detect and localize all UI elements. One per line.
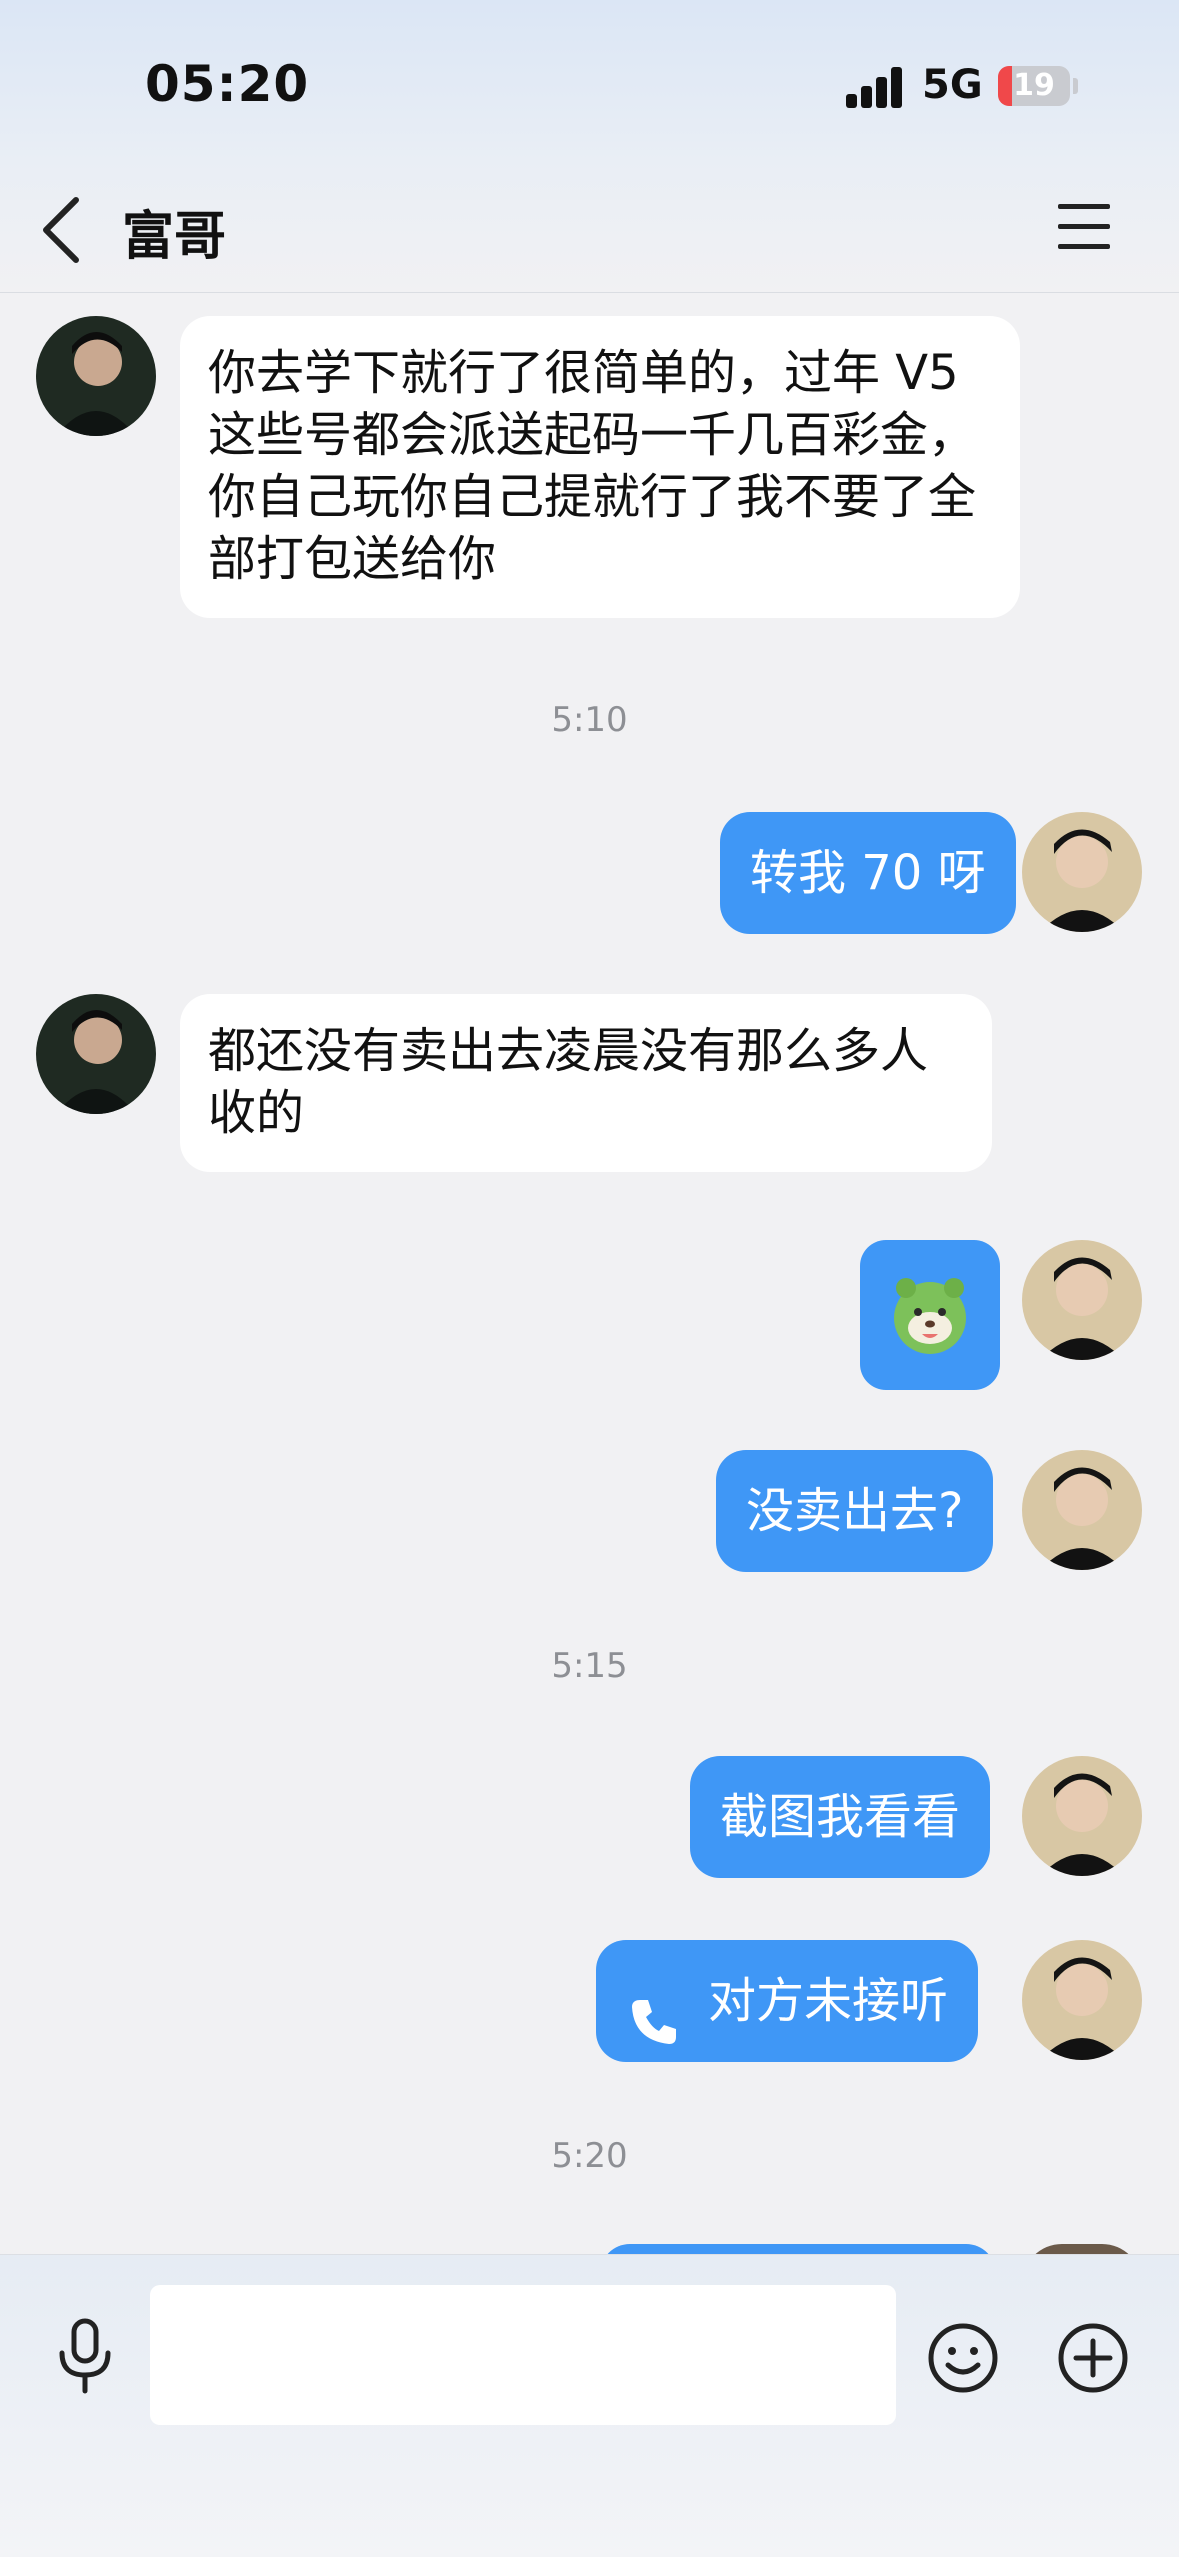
self-avatar[interactable]	[1022, 1940, 1142, 2060]
contact-avatar[interactable]	[36, 316, 156, 436]
self-avatar[interactable]	[1022, 812, 1142, 932]
sticker-bubble[interactable]	[860, 1240, 1000, 1390]
microphone-icon[interactable]	[50, 2317, 120, 2397]
green-dog-sticker-icon	[894, 1278, 966, 1354]
battery-cap	[1073, 78, 1078, 94]
input-bar	[0, 2254, 1179, 2557]
battery-level: 19	[1013, 68, 1055, 103]
top-bar: 05:20 5G 19 富哥	[0, 0, 1179, 293]
timestamp: 5:10	[551, 700, 628, 740]
call-bubble[interactable]: 对方未接听	[596, 1940, 979, 2062]
contact-avatar[interactable]	[36, 994, 156, 1114]
plus-circle-icon[interactable]	[1056, 2321, 1130, 2395]
menu-icon[interactable]	[1056, 198, 1116, 254]
self-avatar[interactable]	[1022, 1450, 1142, 1570]
message-input[interactable]	[150, 2285, 896, 2425]
message-bubble-incoming: 你去学下就行了很简单的，过年 V5 这些号都会派送起码一千几百彩金，你自己玩你自…	[180, 316, 1020, 618]
signal-icon	[846, 66, 904, 108]
status-time: 05:20	[145, 55, 310, 113]
message-bubble-incoming: 都还没有卖出去凌晨没有那么多人收的	[180, 994, 992, 1172]
chat-title: 富哥	[122, 207, 227, 267]
self-avatar[interactable]	[1022, 1756, 1142, 1876]
network-label: 5G	[922, 62, 983, 108]
smiley-icon[interactable]	[926, 2321, 1000, 2395]
message-bubble-outgoing: 截图我看看	[690, 1756, 991, 1878]
self-avatar[interactable]	[1022, 1240, 1142, 1360]
call-status-text: 对方未接听	[708, 1973, 949, 2029]
battery-icon: 19	[998, 66, 1070, 106]
chevron-left-icon[interactable]	[36, 190, 96, 270]
timestamp: 5:20	[551, 2136, 628, 2176]
message-bubble-outgoing: 转我 70 呀	[720, 812, 1016, 934]
phone-icon	[626, 1973, 682, 2044]
message-bubble-outgoing: 没卖出去?	[716, 1450, 994, 1572]
timestamp: 5:15	[551, 1646, 628, 1686]
